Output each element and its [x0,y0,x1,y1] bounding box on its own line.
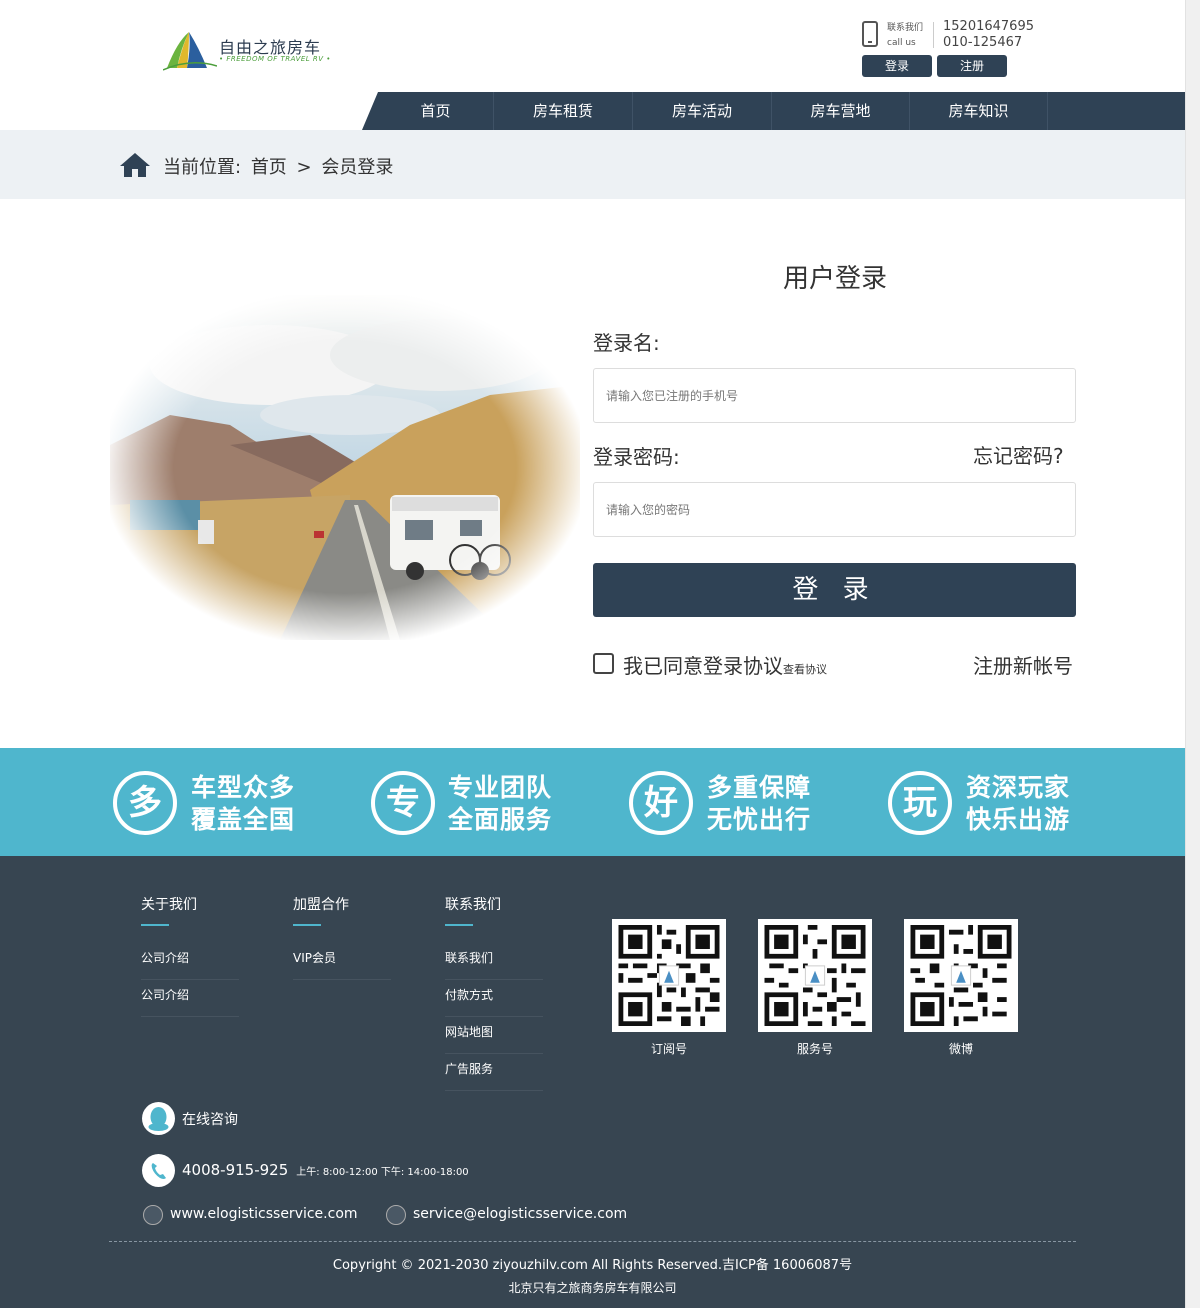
online-consult-link[interactable]: 在线咨询 [182,1109,238,1129]
footer-col-title-about: 关于我们 [141,897,197,913]
company-name: 北京只有之旅商务房车有限公司 [508,1281,677,1295]
globe-icon [143,1205,163,1225]
brand-slogan: • FREEDOM OF TRAVEL RV • [219,55,331,63]
breadcrumb-separator: > [296,157,312,178]
hotline: 4008-915-925 上午: 8:00-12:00 下午: 14:00-18:… [182,1161,469,1179]
contact-label-en: call us [887,38,916,48]
footer-link-ads[interactable]: 广告服务 [445,1054,543,1091]
business-hours: 上午: 8:00-12:00 下午: 14:00-18:00 [296,1167,469,1178]
agree-text: 我已同意登录协议查看协议 [623,650,827,679]
feature-line-1: 资深玩家 [966,773,1071,802]
qr-label-subscription: 订阅号 [650,1042,687,1056]
mail-icon [386,1205,406,1225]
footer-link-sitemap[interactable]: 网站地图 [445,1017,543,1054]
footer-col-underline [293,924,321,926]
footer-divider [109,1241,1076,1242]
feature-text: 资深玩家 快乐出游 [966,772,1070,836]
feature-text: 多重保障 无忧出行 [707,772,811,836]
website-link[interactable]: www.elogisticsservice.com [170,1206,358,1222]
qr-label-service: 服务号 [796,1042,833,1056]
page: 自由之旅房车 • FREEDOM OF TRAVEL RV • 联系我们 cal… [0,0,1200,1308]
feature-text: 车型众多 覆盖全国 [191,772,295,836]
brand-logo[interactable]: 自由之旅房车 • FREEDOM OF TRAVEL RV • [162,28,330,72]
agree-label: 我已同意登录协议 [623,654,783,678]
footer-link-vip[interactable]: VIP会员 [293,943,391,980]
nav-item-home[interactable]: 首页 [362,92,494,130]
feature-line-2: 覆盖全国 [191,805,296,834]
feature-text: 专业团队 全面服务 [448,772,552,836]
breadcrumb-prefix: 当前位置: [163,157,242,178]
footer-col-title-join: 加盟合作 [293,897,349,913]
nav-item-rental[interactable]: 房车租赁 [494,92,633,130]
vertical-scrollbar[interactable] [1185,0,1200,1308]
footer-col-underline [141,924,169,926]
qr-code-icon [618,925,720,1026]
feature-line-2: 全面服务 [448,805,553,834]
agree-checkbox[interactable] [593,653,614,674]
site-footer: 关于我们 公司介绍 公司介绍 加盟合作 VIP会员 联系我们 联系我们 付款方式… [0,856,1185,1308]
feature-line-2: 快乐出游 [966,805,1071,834]
contact-label-cn: 联系我们 [887,23,924,33]
home-icon [120,153,150,177]
feature-line-1: 车型众多 [191,773,296,802]
qq-icon[interactable] [142,1102,175,1135]
footer-col-title-contact: 联系我们 [445,897,501,913]
feature-badge: 好 [629,771,693,835]
contact-divider [933,22,934,48]
nav-item-activities[interactable]: 房车活动 [633,92,772,130]
features-band: 多 车型众多 覆盖全国 专 专业团队 全面服务 好 多重保障 无忧出行 玩 资深… [0,748,1185,856]
site-header: 自由之旅房车 • FREEDOM OF TRAVEL RV • 联系我们 cal… [0,0,1185,92]
feature-line-2: 无忧出行 [707,805,812,834]
phone-number-2: 010-125467 [943,35,1023,50]
footer-link-company-intro[interactable]: 公司介绍 [141,980,239,1017]
footer-link-payment[interactable]: 付款方式 [445,980,543,1017]
qr-code-service [758,919,872,1032]
logo-mark-icon [162,32,218,71]
hotline-phone-icon [142,1154,175,1187]
phone-number-1: 15201647695 [943,19,1034,34]
nav-item-campsites[interactable]: 房车营地 [772,92,910,130]
feature-badge: 专 [371,771,435,835]
email-link[interactable]: service@elogisticsservice.com [413,1206,627,1222]
username-input[interactable] [593,368,1076,423]
feature-line-1: 专业团队 [448,773,553,802]
main-nav: 首页 房车租赁 房车活动 房车营地 房车知识 [362,92,1185,130]
password-input[interactable] [593,482,1076,537]
footer-link-company-intro[interactable]: 公司介绍 [141,943,239,980]
breadcrumb-current: 会员登录 [321,157,394,178]
qr-label-weibo: 微博 [948,1042,973,1056]
header-login-button[interactable]: 登录 [862,55,932,77]
footer-col-underline [445,924,473,926]
qr-code-weibo [904,919,1018,1032]
qr-code-icon [910,925,1012,1026]
breadcrumb-home-link[interactable]: 首页 [251,157,287,178]
rv-landscape-image [110,295,580,640]
login-title: 用户登录 [782,264,887,294]
feature-badge: 玩 [888,771,952,835]
contact-label: 联系我们 call us [887,21,923,51]
username-label: 登录名: [593,331,660,355]
forgot-password-link[interactable]: 忘记密码? [973,440,1064,469]
qr-code-icon [764,925,866,1026]
login-submit-button[interactable]: 登 录 [593,563,1076,617]
mobile-phone-icon [862,21,878,47]
breadcrumb: 当前位置: 首页 > 会员登录 [163,153,397,179]
copyright: Copyright © 2021-2030 ziyouzhilv.com All… [332,1258,853,1273]
header-register-button[interactable]: 注册 [937,55,1007,77]
feature-line-1: 多重保障 [707,773,812,802]
view-agreement-link[interactable]: 查看协议 [783,663,827,676]
feature-badge: 多 [113,771,177,835]
register-new-account-link[interactable]: 注册新帐号 [973,650,1073,679]
nav-item-knowledge[interactable]: 房车知识 [910,92,1048,130]
footer-link-contact[interactable]: 联系我们 [445,943,543,980]
hotline-number: 4008-915-925 [182,1161,289,1179]
contact-phones: 15201647695 010-125467 [943,19,1034,51]
qr-code-subscription [612,919,726,1032]
password-label: 登录密码: [593,445,680,469]
